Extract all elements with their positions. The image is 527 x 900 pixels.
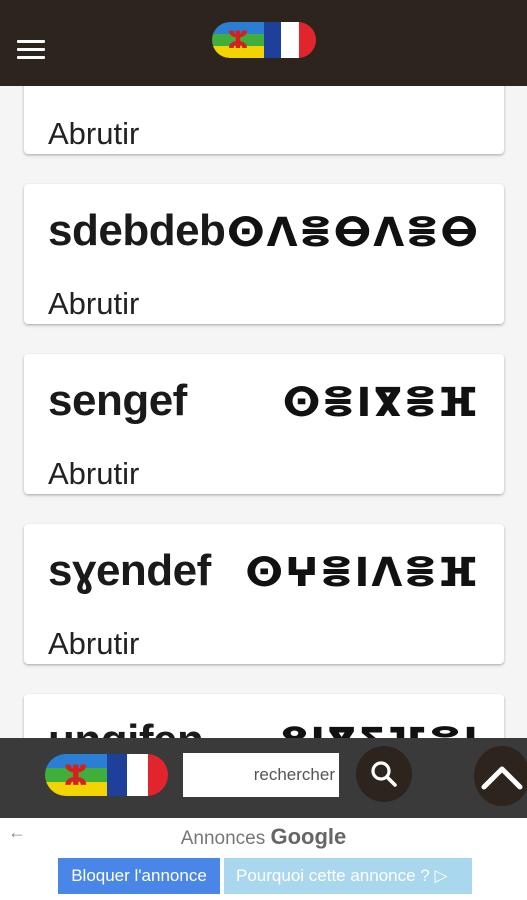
why-this-ad-button[interactable]: Pourquoi cette annonce ? ▷ bbox=[224, 858, 472, 894]
search-button[interactable] bbox=[356, 746, 412, 802]
search-icon bbox=[371, 761, 397, 787]
amazigh-french-flag-icon[interactable]: ⵣ bbox=[212, 22, 316, 58]
french-translation: Abrutir bbox=[48, 286, 140, 321]
kabyle-word: sɣendef bbox=[48, 546, 211, 595]
dictionary-entry-card[interactable]: Abrutir bbox=[24, 86, 504, 154]
french-translation: Abrutir bbox=[48, 626, 140, 661]
search-input[interactable] bbox=[183, 753, 339, 797]
tifinagh-word: ⵙⴻⵏⴳⴻⴼ bbox=[282, 380, 480, 426]
dictionary-entry-card[interactable]: ungifen ⵓⵏⴳⵉⴼⴻⵏ bbox=[24, 694, 504, 738]
kabyle-word: sdebdeb bbox=[48, 206, 226, 255]
tifinagh-word: ⵓⵏⴳⵉⴼⴻⵏ bbox=[281, 720, 480, 738]
yaz-symbol: ⵣ bbox=[63, 758, 88, 792]
kabyle-word: sengef bbox=[48, 376, 187, 425]
tifinagh-word: ⵙⵖⴻⵏⴷⴻⴼ bbox=[245, 550, 480, 596]
app-header: ⵣ bbox=[0, 0, 527, 86]
hamburger-icon[interactable] bbox=[17, 40, 45, 62]
scroll-top-button[interactable] bbox=[474, 746, 527, 806]
yaz-symbol: ⵣ bbox=[227, 26, 249, 54]
block-ad-button[interactable]: Bloquer l'annonce bbox=[58, 858, 220, 894]
french-translation: Abrutir bbox=[48, 116, 140, 151]
chevron-up-icon bbox=[481, 766, 523, 790]
dictionary-list[interactable]: Abrutir sdebdeb ⵙⴷⴻⴱⴷⴻⴱ Abrutir sengef ⵙ… bbox=[0, 86, 527, 738]
ad-banner: ← Annonces Google Bloquer l'annonce Pour… bbox=[0, 818, 527, 900]
tifinagh-word: ⵙⴷⴻⴱⴷⴻⴱ bbox=[226, 210, 480, 256]
french-translation: Abrutir bbox=[48, 456, 140, 491]
amazigh-french-flag-icon[interactable]: ⵣ bbox=[45, 754, 168, 796]
dictionary-entry-card[interactable]: sengef ⵙⴻⵏⴳⴻⴼ Abrutir bbox=[24, 354, 504, 494]
ad-title: Annonces Google bbox=[0, 824, 527, 850]
google-brand: Google bbox=[270, 824, 347, 849]
kabyle-word: ungifen bbox=[48, 716, 204, 738]
dictionary-entry-card[interactable]: sɣendef ⵙⵖⴻⵏⴷⴻⴼ Abrutir bbox=[24, 524, 504, 664]
ad-title-prefix: Annonces bbox=[180, 828, 266, 849]
dictionary-entry-card[interactable]: sdebdeb ⵙⴷⴻⴱⴷⴻⴱ Abrutir bbox=[24, 184, 504, 324]
